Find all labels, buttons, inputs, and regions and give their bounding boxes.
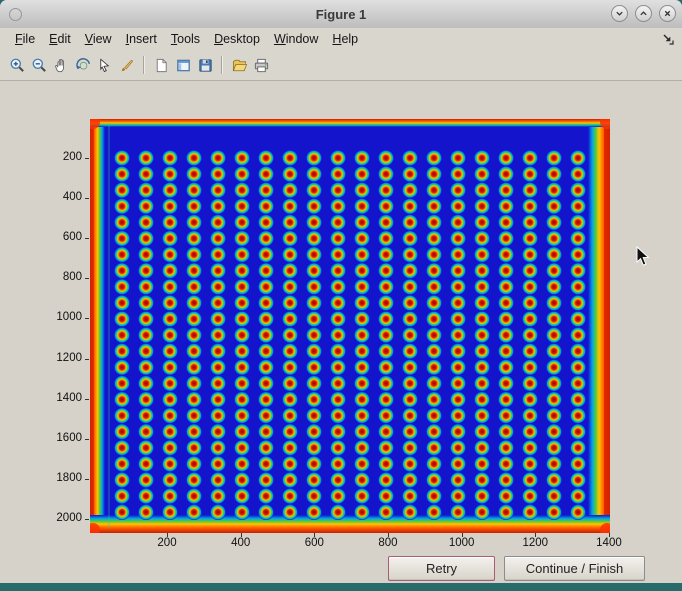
x-tick-label: 1200	[513, 537, 557, 549]
menu-bar: FileEditViewInsertToolsDesktopWindowHelp	[0, 28, 682, 50]
y-tick-label: 1400	[40, 392, 82, 404]
title-bar[interactable]: Figure 1	[0, 0, 682, 29]
rotate-3d-icon[interactable]	[72, 54, 94, 76]
menu-insert[interactable]: Insert	[119, 32, 164, 46]
open-icon[interactable]	[228, 54, 250, 76]
y-tick-mark	[85, 318, 89, 319]
data-cursor-icon[interactable]	[94, 54, 116, 76]
x-tick-label: 800	[366, 537, 410, 549]
figure-window: Figure 1 FileEditViewInsertToolsDesktopW…	[0, 0, 682, 583]
shade-button[interactable]	[611, 5, 628, 22]
y-tick-mark	[85, 519, 89, 520]
menu-window[interactable]: Window	[267, 32, 325, 46]
close-button[interactable]	[659, 5, 676, 22]
plot-image[interactable]	[90, 119, 610, 533]
window-controls	[611, 5, 676, 22]
y-tick-mark	[85, 399, 89, 400]
x-tick-label: 1400	[587, 537, 631, 549]
pan-icon[interactable]	[50, 54, 72, 76]
y-tick-label: 400	[40, 191, 82, 203]
x-tick-mark	[388, 533, 389, 537]
y-tick-mark	[85, 278, 89, 279]
figure-toolbar	[0, 50, 682, 81]
save-icon[interactable]	[194, 54, 216, 76]
print-icon[interactable]	[250, 54, 272, 76]
y-tick-mark	[85, 238, 89, 239]
menu-tools[interactable]: Tools	[164, 32, 207, 46]
menu-desktop[interactable]: Desktop	[207, 32, 267, 46]
x-tick-label: 200	[145, 537, 189, 549]
y-tick-label: 600	[40, 231, 82, 243]
x-tick-mark	[535, 533, 536, 537]
x-tick-label: 400	[219, 537, 263, 549]
chevron-down-icon	[615, 9, 624, 18]
plot-tools-icon[interactable]	[172, 54, 194, 76]
zoom-in-icon[interactable]	[6, 54, 28, 76]
x-tick-mark	[241, 533, 242, 537]
figure-canvas[interactable]: Retry Continue / Finish 200 400 600 800 1000…	[0, 81, 682, 583]
menu-edit[interactable]: Edit	[42, 32, 78, 46]
x-tick-mark	[314, 533, 315, 537]
brush-icon[interactable]	[116, 54, 138, 76]
x-tick-label: 1000	[440, 537, 484, 549]
y-tick-label: 1200	[40, 352, 82, 364]
close-icon	[663, 9, 672, 18]
x-tick-label: 600	[292, 537, 336, 549]
y-tick-label: 800	[40, 271, 82, 283]
y-tick-mark	[85, 198, 89, 199]
y-tick-label: 200	[40, 151, 82, 163]
y-tick-mark	[85, 359, 89, 360]
y-tick-mark	[85, 479, 89, 480]
maximize-button[interactable]	[635, 5, 652, 22]
menu-file[interactable]: File	[8, 32, 42, 46]
toolbar-separator	[221, 56, 223, 74]
window-menu-icon[interactable]	[9, 8, 22, 21]
y-tick-label: 1000	[40, 311, 82, 323]
y-tick-label: 2000	[40, 512, 82, 524]
continue-finish-button[interactable]: Continue / Finish	[504, 556, 645, 581]
chevron-up-icon	[639, 9, 648, 18]
y-tick-mark	[85, 158, 89, 159]
new-figure-icon[interactable]	[150, 54, 172, 76]
retry-button[interactable]: Retry	[388, 556, 495, 581]
y-tick-label: 1600	[40, 432, 82, 444]
x-tick-mark	[462, 533, 463, 537]
x-tick-mark	[609, 533, 610, 537]
y-tick-label: 1800	[40, 472, 82, 484]
mouse-cursor	[636, 246, 650, 267]
menu-help[interactable]: Help	[325, 32, 365, 46]
dock-figure-icon[interactable]	[661, 32, 675, 46]
menu-view[interactable]: View	[78, 32, 119, 46]
x-tick-mark	[167, 533, 168, 537]
toolbar-separator	[143, 56, 145, 74]
zoom-out-icon[interactable]	[28, 54, 50, 76]
desktop: { "window": { "title": "Figure 1", "titl…	[0, 0, 682, 591]
window-title: Figure 1	[316, 7, 367, 22]
y-tick-mark	[85, 439, 89, 440]
